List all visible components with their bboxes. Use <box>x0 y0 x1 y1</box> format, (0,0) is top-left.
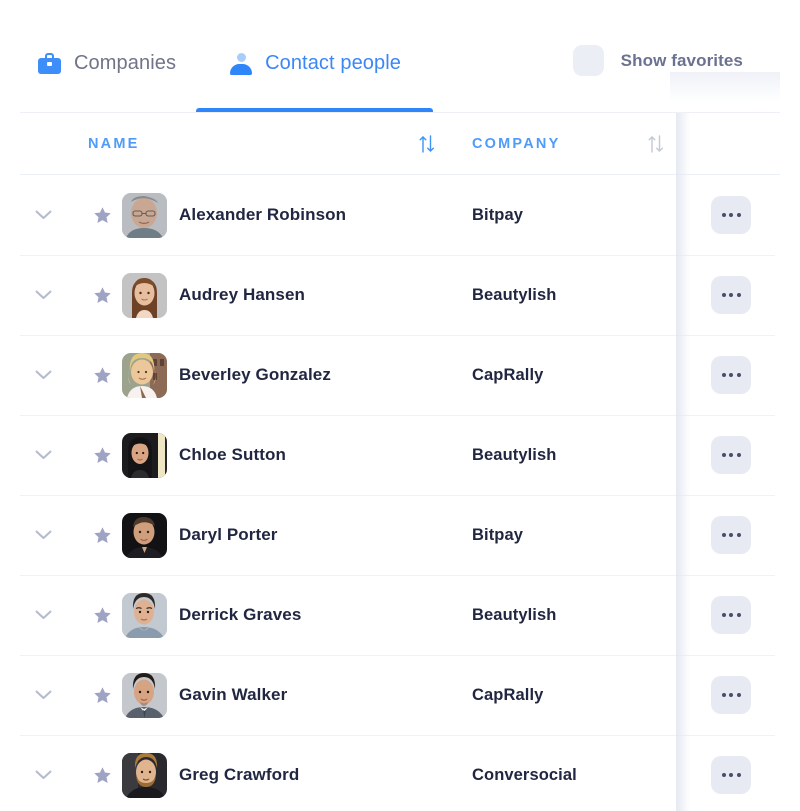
contact-name: Gavin Walker <box>179 685 288 704</box>
row-actions-menu-button[interactable] <box>711 596 751 634</box>
person-icon <box>230 52 253 75</box>
contact-name: Alexander Robinson <box>179 205 347 224</box>
row-actions-menu-button[interactable] <box>711 756 751 794</box>
avatar <box>122 512 167 558</box>
row-actions-menu-button[interactable] <box>711 436 751 474</box>
table-row[interactable]: Alexander Robinson Bitpay <box>0 175 800 255</box>
favorite-star-icon[interactable] <box>93 446 112 465</box>
column-header-company[interactable]: COMPANY <box>472 136 560 152</box>
avatar <box>122 592 167 638</box>
expand-row-chevron-down-icon[interactable] <box>35 610 52 620</box>
briefcase-icon <box>38 53 61 74</box>
tab-contact-people-label: Contact people <box>265 52 402 74</box>
expand-row-chevron-down-icon[interactable] <box>35 530 52 540</box>
expand-row-chevron-down-icon[interactable] <box>35 290 52 300</box>
favorite-star-icon[interactable] <box>93 526 112 545</box>
favorite-star-icon[interactable] <box>93 766 112 785</box>
table-row[interactable]: Chloe Sutton Beautylish <box>0 415 800 495</box>
contact-company: Beautylish <box>472 445 557 464</box>
contact-name: Derrick Graves <box>179 605 302 624</box>
contact-name: Audrey Hansen <box>179 285 306 304</box>
row-actions-menu-button[interactable] <box>711 516 751 554</box>
favorite-star-icon[interactable] <box>93 206 112 225</box>
favorite-star-icon[interactable] <box>93 366 112 385</box>
tab-contact-people[interactable]: Contact people <box>196 0 434 113</box>
expand-row-chevron-down-icon[interactable] <box>35 210 52 220</box>
avatar <box>122 672 167 718</box>
row-actions-menu-button[interactable] <box>711 276 751 314</box>
contact-name: Chloe Sutton <box>179 445 286 464</box>
expand-row-chevron-down-icon[interactable] <box>35 690 52 700</box>
table-row[interactable]: Audrey Hansen Beautylish <box>0 255 800 335</box>
column-header-name[interactable]: NAME <box>88 136 140 152</box>
contact-company: Beautylish <box>472 285 557 304</box>
contact-name: Greg Crawford <box>179 765 300 784</box>
expand-row-chevron-down-icon[interactable] <box>35 770 52 780</box>
table-row[interactable]: Beverley Gonzalez CapRally <box>0 335 800 415</box>
row-actions-menu-button[interactable] <box>711 356 751 394</box>
avatar <box>122 432 167 478</box>
table-header: NAME COMPANY <box>0 113 800 175</box>
row-actions-menu-button[interactable] <box>711 676 751 714</box>
contact-company: Bitpay <box>472 525 524 544</box>
contact-company: Beautylish <box>472 605 557 624</box>
contacts-page: Companies Contact people Show favorites … <box>0 0 800 811</box>
favorite-star-icon[interactable] <box>93 286 112 305</box>
show-favorites-checkbox[interactable] <box>572 45 604 76</box>
favorite-star-icon[interactable] <box>93 686 112 705</box>
table-row[interactable]: Derrick Graves Beautylish <box>0 575 800 655</box>
contacts-table-body: Alexander Robinson Bitpay Audrey Hansen Bea… <box>0 175 800 811</box>
favorite-star-icon[interactable] <box>93 606 112 625</box>
show-favorites-label: Show favorites <box>620 50 743 70</box>
expand-row-chevron-down-icon[interactable] <box>35 450 52 460</box>
tab-companies-label: Companies <box>74 52 177 74</box>
avatar <box>122 272 167 318</box>
contact-name: Daryl Porter <box>179 525 278 544</box>
avatar <box>122 752 167 798</box>
table-row[interactable]: Gavin Walker CapRally <box>0 655 800 735</box>
avatar <box>122 352 167 398</box>
tab-companies[interactable]: Companies <box>38 0 176 113</box>
sort-company-icon[interactable] <box>647 134 665 154</box>
contact-company: CapRally <box>472 365 544 384</box>
contact-company: CapRally <box>472 685 544 704</box>
avatar <box>122 192 167 238</box>
show-favorites-toggle[interactable]: Show favorites <box>572 45 743 76</box>
sort-name-icon[interactable] <box>418 134 436 154</box>
contact-company: Bitpay <box>472 205 524 224</box>
expand-row-chevron-down-icon[interactable] <box>35 370 52 380</box>
table-row[interactable]: Greg Crawford Conversocial <box>0 735 800 811</box>
contact-company: Conversocial <box>472 765 577 784</box>
table-row[interactable]: Daryl Porter Bitpay <box>0 495 800 575</box>
contact-name: Beverley Gonzalez <box>179 365 331 384</box>
row-actions-menu-button[interactable] <box>711 196 751 234</box>
